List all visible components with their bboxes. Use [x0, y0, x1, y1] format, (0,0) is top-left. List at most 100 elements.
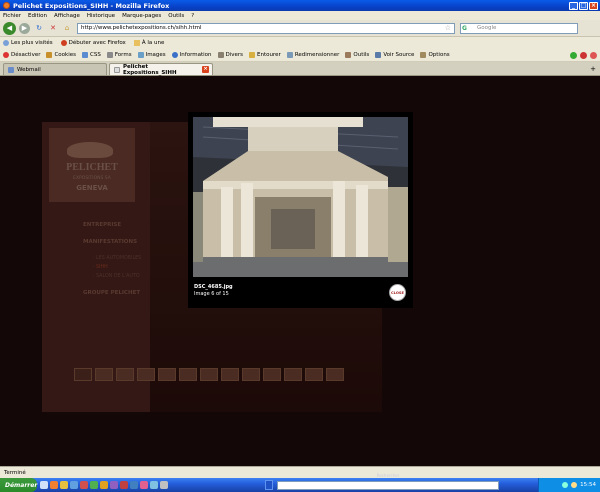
quicklaunch-icon[interactable] [130, 481, 138, 489]
bookmark-star-icon[interactable]: ☆ [445, 24, 451, 32]
dev-images[interactable]: Images [137, 52, 166, 58]
taskbar-search-input[interactable]: Rechercher [277, 473, 499, 490]
dev-redimensionner[interactable]: Redimensionner [286, 52, 339, 58]
thumbnail[interactable] [137, 368, 155, 381]
search-input[interactable]: G Google [460, 22, 578, 34]
check-ok-icon[interactable] [570, 51, 577, 59]
folder-icon [133, 40, 140, 46]
quicklaunch-icon[interactable] [110, 481, 118, 489]
home-icon[interactable]: ⌂ [62, 23, 72, 33]
new-tab-button[interactable]: + [590, 65, 596, 73]
dev-options[interactable]: Options [420, 52, 450, 58]
thumbnail[interactable] [116, 368, 134, 381]
page-content: PELICHET EXPOSITIONS SA GENEVA ENTREPRIS… [0, 76, 600, 466]
thumbnail[interactable] [200, 368, 218, 381]
misc-icon [217, 52, 224, 58]
stop-icon[interactable]: ✕ [48, 23, 58, 33]
dev-divers[interactable]: Divers [217, 52, 243, 58]
close-tab-icon[interactable]: × [202, 66, 209, 73]
thumbnail[interactable] [263, 368, 281, 381]
quicklaunch-icon[interactable] [160, 481, 168, 489]
info-icon [171, 52, 178, 58]
taskbar-item[interactable] [265, 480, 273, 490]
thumbnail[interactable] [158, 368, 176, 381]
nav-manifestations[interactable]: MANIFESTATIONS [83, 239, 141, 245]
menu-help[interactable]: ? [191, 13, 194, 19]
thumb-logo[interactable] [74, 368, 92, 381]
gear-icon [3, 40, 9, 46]
window-title: Pelichet Expositions_SIHH - Mozilla Fire… [13, 1, 170, 10]
menu-affichage[interactable]: Affichage [54, 13, 80, 19]
tab-pelichet[interactable]: Pelichet Expositions_SIHH × [109, 63, 213, 76]
thumbnail[interactable] [179, 368, 197, 381]
system-tray: 15:54 [538, 478, 600, 492]
thumbnail[interactable] [95, 368, 113, 381]
lightbox-close-button[interactable]: CLOSE [389, 284, 406, 301]
nav-sub-salon[interactable]: · SALON DE L'AUTO [93, 274, 141, 279]
options-icon [420, 52, 427, 58]
css-icon [82, 52, 89, 58]
window-titlebar: Pelichet Expositions_SIHH - Mozilla Fire… [0, 0, 600, 11]
dev-entourer[interactable]: Entourer [249, 52, 281, 58]
network-icon[interactable] [562, 482, 569, 488]
quicklaunch-icon[interactable] [70, 481, 78, 489]
firefox-icon [3, 2, 10, 9]
quicklaunch-icon[interactable] [100, 481, 108, 489]
back-button[interactable]: ◀ [3, 21, 16, 35]
quicklaunch-icon[interactable] [90, 481, 98, 489]
nav-sub-automobiles[interactable]: · LES AUTOMOBILES [93, 256, 141, 261]
warning-icon[interactable] [590, 51, 597, 59]
menu-outils[interactable]: Outils [168, 13, 184, 19]
dev-cookies[interactable]: Cookies [46, 52, 76, 58]
bookmark-getting-started[interactable]: Débuter avec Firefox [60, 40, 126, 46]
forward-button[interactable]: ▶ [19, 22, 30, 34]
firefox-icon [60, 40, 67, 46]
thumbnail[interactable] [305, 368, 323, 381]
close-window-button[interactable]: × [589, 1, 598, 10]
tab-label: Pelichet Expositions_SIHH [122, 63, 177, 76]
error-icon[interactable] [580, 51, 587, 59]
thumbnail[interactable] [221, 368, 239, 381]
thumbnail[interactable] [326, 368, 344, 381]
nav-groupe[interactable]: GROUPE PELICHET [83, 290, 141, 296]
reload-icon[interactable]: ↻ [34, 23, 44, 33]
google-icon[interactable]: G [462, 23, 474, 33]
thumbnail[interactable] [284, 368, 302, 381]
menu-marque-pages[interactable]: Marque-pages [122, 13, 161, 19]
dev-information[interactable]: Information [171, 52, 212, 58]
quicklaunch-icon[interactable] [50, 481, 58, 489]
quicklaunch-icon[interactable] [140, 481, 148, 489]
quicklaunch-icon[interactable] [60, 481, 68, 489]
lightbox: DSC_4685.jpg Image 6 of 15 CLOSE [188, 112, 413, 308]
volume-icon[interactable] [571, 482, 578, 488]
start-button[interactable]: Démarrer [0, 478, 37, 492]
quicklaunch-icon[interactable] [40, 481, 48, 489]
dev-forms[interactable]: Forms [106, 52, 132, 58]
dev-css[interactable]: CSS [82, 52, 101, 58]
lightbox-photo[interactable] [193, 117, 408, 277]
quicklaunch-icon[interactable] [150, 481, 158, 489]
navigation-toolbar: ◀ ▶ ↻ ✕ ⌂ http://www.pelichetexpositions… [0, 20, 600, 37]
tab-webmail[interactable]: Webmail [3, 63, 107, 75]
tab-label: Webmail [17, 66, 41, 73]
menu-fichier[interactable]: Fichier [3, 13, 21, 19]
dev-voir-source[interactable]: Voir Source [375, 52, 414, 58]
thumbnail[interactable] [242, 368, 260, 381]
bookmark-most-visited[interactable]: Les plus visités [3, 40, 53, 46]
bookmark-headlines[interactable]: À la une [133, 40, 164, 46]
dev-outils[interactable]: Outils [345, 52, 369, 58]
web-developer-toolbar: Désactiver Cookies CSS Forms Images Info… [0, 49, 600, 62]
nav-entreprise[interactable]: ENTREPRISE [83, 222, 141, 228]
url-bar[interactable]: http://www.pelichetexpositions.ch/sihh.h… [77, 22, 455, 34]
pelichet-logo[interactable]: PELICHET EXPOSITIONS SA GENEVA [49, 128, 135, 202]
quicklaunch-icon[interactable] [80, 481, 88, 489]
maximize-button[interactable]: □ [579, 1, 588, 10]
menu-historique[interactable]: Historique [87, 13, 115, 19]
nav-sub-sihh[interactable]: · SIHH [93, 265, 141, 270]
clock[interactable]: 15:54 [580, 482, 596, 488]
minimize-button[interactable]: _ [569, 1, 578, 10]
menu-edition[interactable]: Edition [28, 13, 47, 19]
dev-desactiver[interactable]: Désactiver [3, 52, 40, 58]
tab-strip: Webmail Pelichet Expositions_SIHH × + [0, 62, 600, 76]
quicklaunch-icon[interactable] [120, 481, 128, 489]
